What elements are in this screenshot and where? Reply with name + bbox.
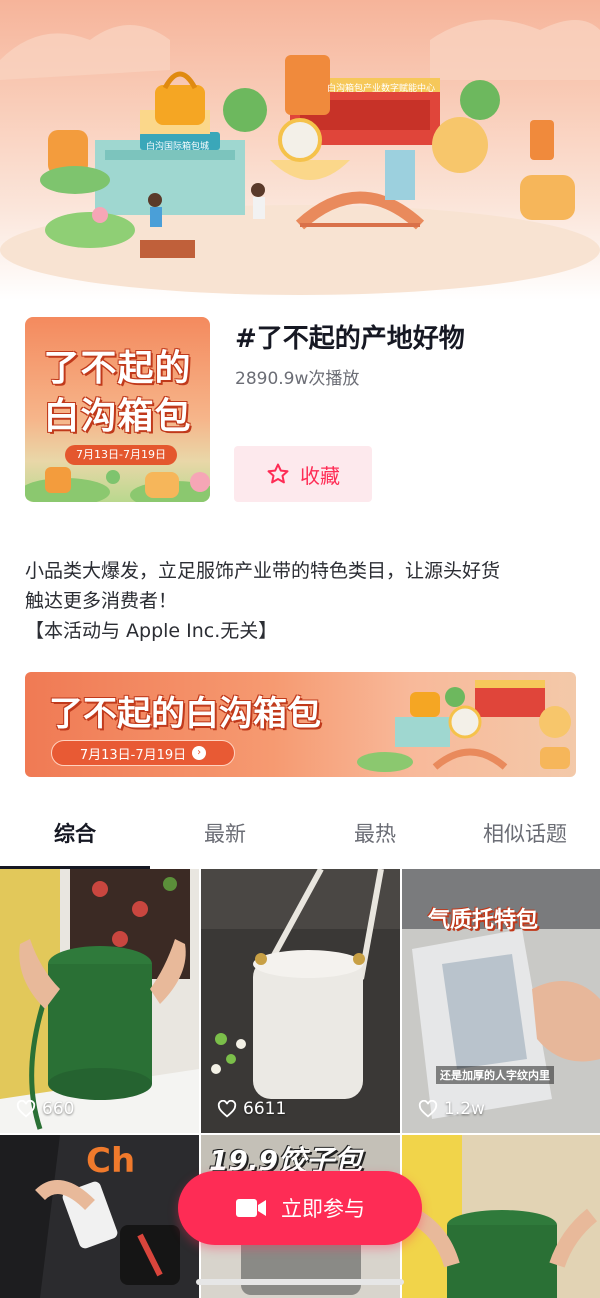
video-overlay-title: 气质托特包: [428, 908, 539, 933]
join-now-button[interactable]: 立即参与: [178, 1171, 422, 1245]
banner-illustration: [357, 680, 571, 772]
video-thumbnail: [201, 869, 400, 1133]
favorite-label: 收藏: [300, 463, 340, 488]
video-card[interactable]: 660: [0, 869, 199, 1133]
heart-icon: [217, 1100, 237, 1118]
like-count-text: 6611: [243, 1099, 287, 1119]
banner-title: 了不起的白沟箱包: [49, 694, 321, 734]
video-card[interactable]: Ch: [0, 1135, 199, 1298]
description-line: 触达更多消费者！: [25, 590, 178, 612]
cover-decoration: [25, 467, 210, 502]
join-now-label: 立即参与: [281, 1197, 365, 1221]
video-thumbnail: [0, 869, 199, 1133]
video-card[interactable]: [402, 1135, 600, 1298]
video-card[interactable]: 气质托特包 还是加厚的人字纹内里 1.2w: [402, 869, 600, 1133]
topic-cover-image: 了不起的 白沟箱包 7月13日-7月19日: [25, 317, 210, 502]
tab-hottest[interactable]: 最热: [300, 818, 450, 848]
banner-date-pill[interactable]: 7月13日-7月19日 ›: [51, 740, 235, 766]
video-like-count: 6611: [217, 1099, 286, 1119]
topic-title: #了不起的产地好物: [235, 324, 465, 354]
tab-comprehensive[interactable]: 综合: [0, 818, 150, 848]
like-count-text: 660: [42, 1099, 75, 1119]
activity-banner[interactable]: 了不起的白沟箱包 7月13日-7月19日 ›: [25, 672, 576, 777]
video-overlay-caption: 还是加厚的人字纹内里: [436, 1066, 554, 1084]
hero-sign-mall: 白沟国际箱包城: [146, 142, 210, 152]
topic-view-count: 2890.9w次播放: [235, 369, 360, 389]
like-count-text: 1.2w: [444, 1099, 485, 1119]
chevron-right-icon: ›: [192, 746, 207, 760]
topic-tabs: 综合 最新 最热 相似话题: [0, 804, 600, 869]
favorite-button[interactable]: 收藏: [234, 446, 372, 502]
tab-latest[interactable]: 最新: [150, 818, 300, 848]
heart-icon: [16, 1100, 36, 1118]
heart-icon: [418, 1100, 438, 1118]
description-line: 小品类大爆发，立足服饰产业带的特色类目，让源头好货: [25, 560, 501, 582]
tab-similar-topics[interactable]: 相似话题: [450, 818, 600, 848]
topic-description: 小品类大爆发，立足服饰产业带的特色类目，让源头好货 触达更多消费者！ 【本活动与…: [25, 556, 585, 646]
video-card[interactable]: 6611: [201, 869, 400, 1133]
video-like-count: 660: [16, 1099, 74, 1119]
home-indicator: [196, 1279, 404, 1285]
description-disclaimer: 【本活动与 Apple Inc.无关】: [25, 620, 278, 642]
video-overlay-title: Ch: [86, 1141, 136, 1181]
video-camera-icon: [236, 1199, 266, 1217]
hero-sign-center: 白沟箱包产业数字赋能中心: [327, 84, 436, 94]
star-icon: [267, 463, 289, 484]
banner-date-text: 7月13日-7月19日: [79, 747, 187, 763]
video-like-count: 1.2w: [418, 1099, 485, 1119]
video-thumbnail: [402, 1135, 600, 1298]
topic-hero-illustration: 白沟国际箱包城 白沟箱包产业数字赋能中心: [0, 0, 600, 300]
